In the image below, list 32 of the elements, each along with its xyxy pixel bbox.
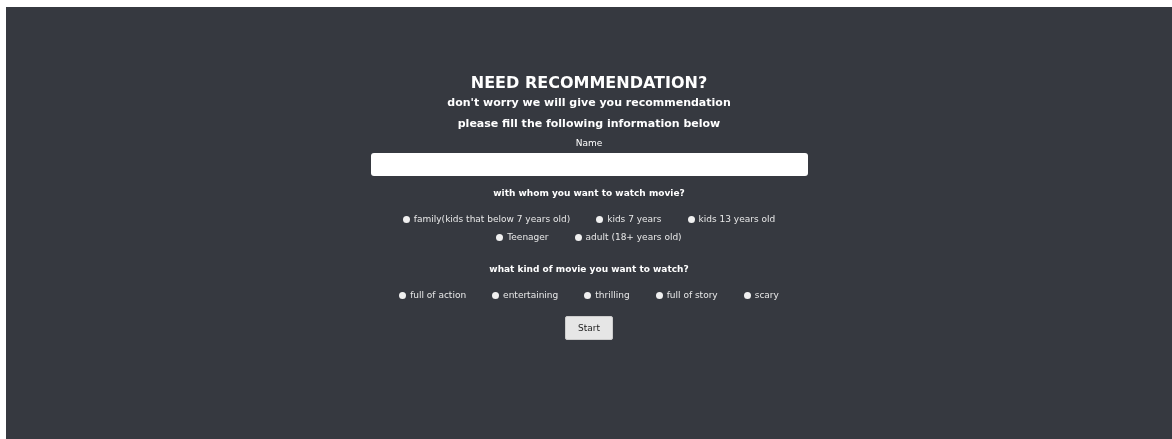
radio-icon[interactable] xyxy=(399,291,407,299)
radio-icon[interactable] xyxy=(492,291,500,299)
option-label: full of story xyxy=(666,290,718,300)
start-button[interactable]: Start xyxy=(565,316,613,340)
radio-option[interactable]: full of story xyxy=(655,290,718,300)
radio-icon[interactable] xyxy=(596,215,604,223)
radio-icon[interactable] xyxy=(496,233,504,241)
name-field[interactable] xyxy=(370,153,808,176)
radio-icon[interactable] xyxy=(574,233,582,241)
question-label: with whom you want to watch movie? xyxy=(493,188,685,198)
subtitle: please fill the following information below xyxy=(457,117,721,130)
question-label: what kind of movie you want to watch? xyxy=(489,264,689,274)
radio-option[interactable]: scary xyxy=(743,290,779,300)
radio-icon[interactable] xyxy=(743,291,751,299)
field-label: Name xyxy=(575,138,603,148)
option-label: entertaining xyxy=(503,290,559,300)
option-label: thrilling xyxy=(595,290,630,300)
radio-icon[interactable] xyxy=(402,215,410,223)
option-label: Teenager xyxy=(507,232,549,242)
radio-option[interactable]: thrilling xyxy=(584,290,630,300)
option-label: full of action xyxy=(410,290,467,300)
option-label: kids 7 years xyxy=(607,214,662,224)
radio-icon[interactable] xyxy=(655,291,663,299)
subtitle: don't worry we will give you recommendation xyxy=(447,96,731,109)
radio-option[interactable]: full of action xyxy=(399,290,467,300)
radio-option[interactable]: entertaining xyxy=(492,290,559,300)
option-label: scary xyxy=(754,290,779,300)
radio-option[interactable]: kids 7 years xyxy=(596,214,662,224)
page-title: NEED RECOMMENDATION? xyxy=(470,73,708,92)
radio-icon[interactable] xyxy=(687,215,695,223)
radio-icon[interactable] xyxy=(584,291,592,299)
radio-option[interactable]: Teenager xyxy=(496,232,549,242)
